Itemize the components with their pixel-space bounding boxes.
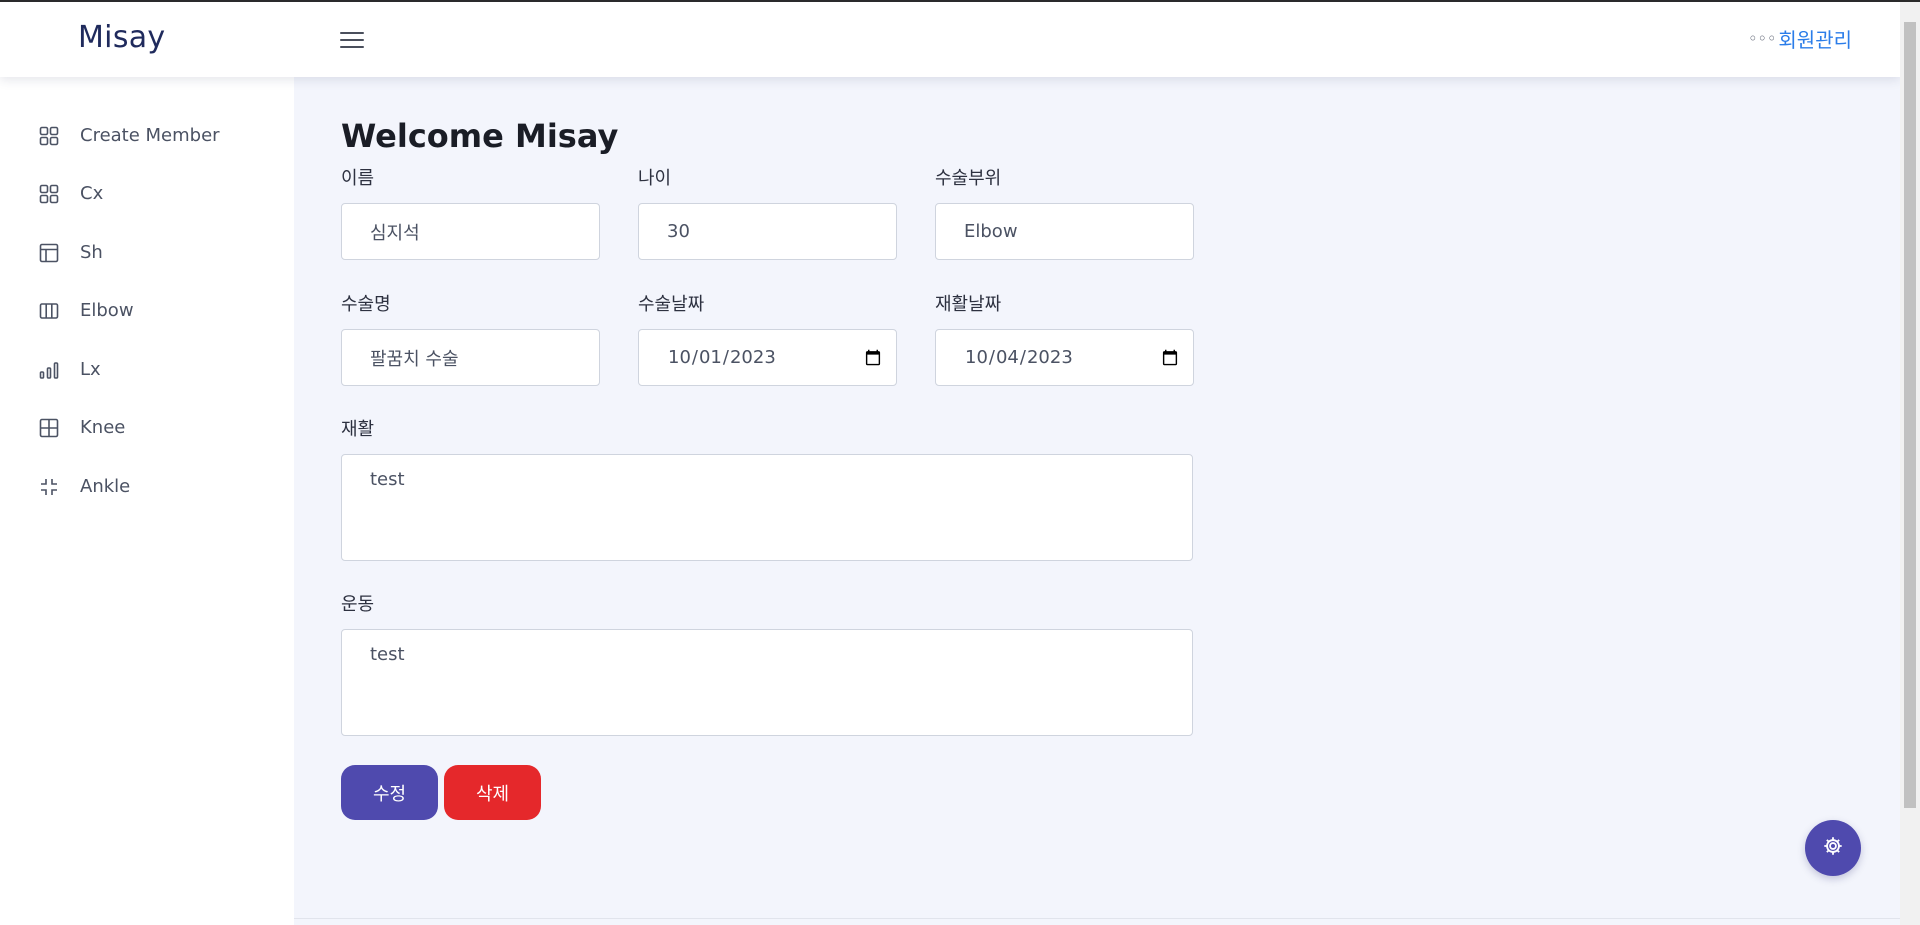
brand-logo[interactable]: Misay xyxy=(78,20,166,55)
surgery-site-label: 수술부위 xyxy=(935,168,1002,189)
edit-button[interactable]: 수정 xyxy=(341,765,438,820)
rehab-date-label: 재활날짜 xyxy=(935,294,1002,315)
rehab-date-input[interactable] xyxy=(935,329,1194,386)
gear-icon xyxy=(1822,835,1844,861)
sidebar-item-label: Lx xyxy=(80,359,101,380)
sidebar-item-label: Elbow xyxy=(80,300,134,321)
top-navbar: Misay ◦◦◦ 회원관리 xyxy=(0,2,1900,77)
delete-button[interactable]: 삭제 xyxy=(444,765,541,820)
sidebar-item-label: Knee xyxy=(80,417,126,438)
age-label: 나이 xyxy=(638,168,672,189)
settings-fab[interactable] xyxy=(1805,820,1861,876)
sidebar-item-label: Ankle xyxy=(80,476,131,497)
sidebar-item-label: Create Member xyxy=(80,125,220,146)
exercise-textarea[interactable]: test xyxy=(341,629,1193,736)
main-content: Welcome Misay 이름 나이 수술부위 수술명 수술날짜 재활날짜 재… xyxy=(294,77,1900,925)
footer-divider xyxy=(294,918,1900,919)
dots-icon: ◦◦◦ xyxy=(1748,29,1777,48)
name-input[interactable] xyxy=(341,203,600,260)
layout-icon xyxy=(38,242,60,264)
member-management-label: 회원관리 xyxy=(1778,28,1852,52)
grid-icon xyxy=(38,125,60,147)
rehab-textarea[interactable]: test xyxy=(341,454,1193,561)
member-management-link[interactable]: ◦◦◦ 회원관리 xyxy=(1748,24,1852,53)
surgery-site-input[interactable] xyxy=(935,203,1194,260)
sidebar: Create Member Cx Sh Elbow Lx Knee Ankle xyxy=(0,77,294,925)
sidebar-item-knee[interactable]: Knee xyxy=(0,408,294,448)
scrollbar-thumb[interactable] xyxy=(1904,22,1916,808)
bar-chart-icon xyxy=(38,359,60,381)
sidebar-item-ankle[interactable]: Ankle xyxy=(0,467,294,507)
surgery-name-label: 수술명 xyxy=(341,294,391,315)
surgery-date-input[interactable] xyxy=(638,329,897,386)
sidebar-item-create-member[interactable]: Create Member xyxy=(0,116,294,156)
table-icon xyxy=(38,417,60,439)
surgery-date-label: 수술날짜 xyxy=(638,294,705,315)
rehab-label: 재활 xyxy=(341,419,375,440)
menu-toggle-icon[interactable] xyxy=(340,32,364,50)
minimize-icon xyxy=(38,476,60,498)
name-label: 이름 xyxy=(341,168,375,189)
sidebar-item-elbow[interactable]: Elbow xyxy=(0,291,294,331)
columns-icon xyxy=(38,300,60,322)
sidebar-item-cx[interactable]: Cx xyxy=(0,174,294,214)
exercise-label: 운동 xyxy=(341,594,375,615)
page-scrollbar[interactable] xyxy=(1900,2,1920,925)
sidebar-item-label: Sh xyxy=(80,242,103,263)
sidebar-item-sh[interactable]: Sh xyxy=(0,233,294,273)
surgery-name-input[interactable] xyxy=(341,329,600,386)
sidebar-item-label: Cx xyxy=(80,183,104,204)
page-title: Welcome Misay xyxy=(341,117,619,155)
age-input[interactable] xyxy=(638,203,897,260)
grid-icon xyxy=(38,183,60,205)
sidebar-item-lx[interactable]: Lx xyxy=(0,350,294,390)
